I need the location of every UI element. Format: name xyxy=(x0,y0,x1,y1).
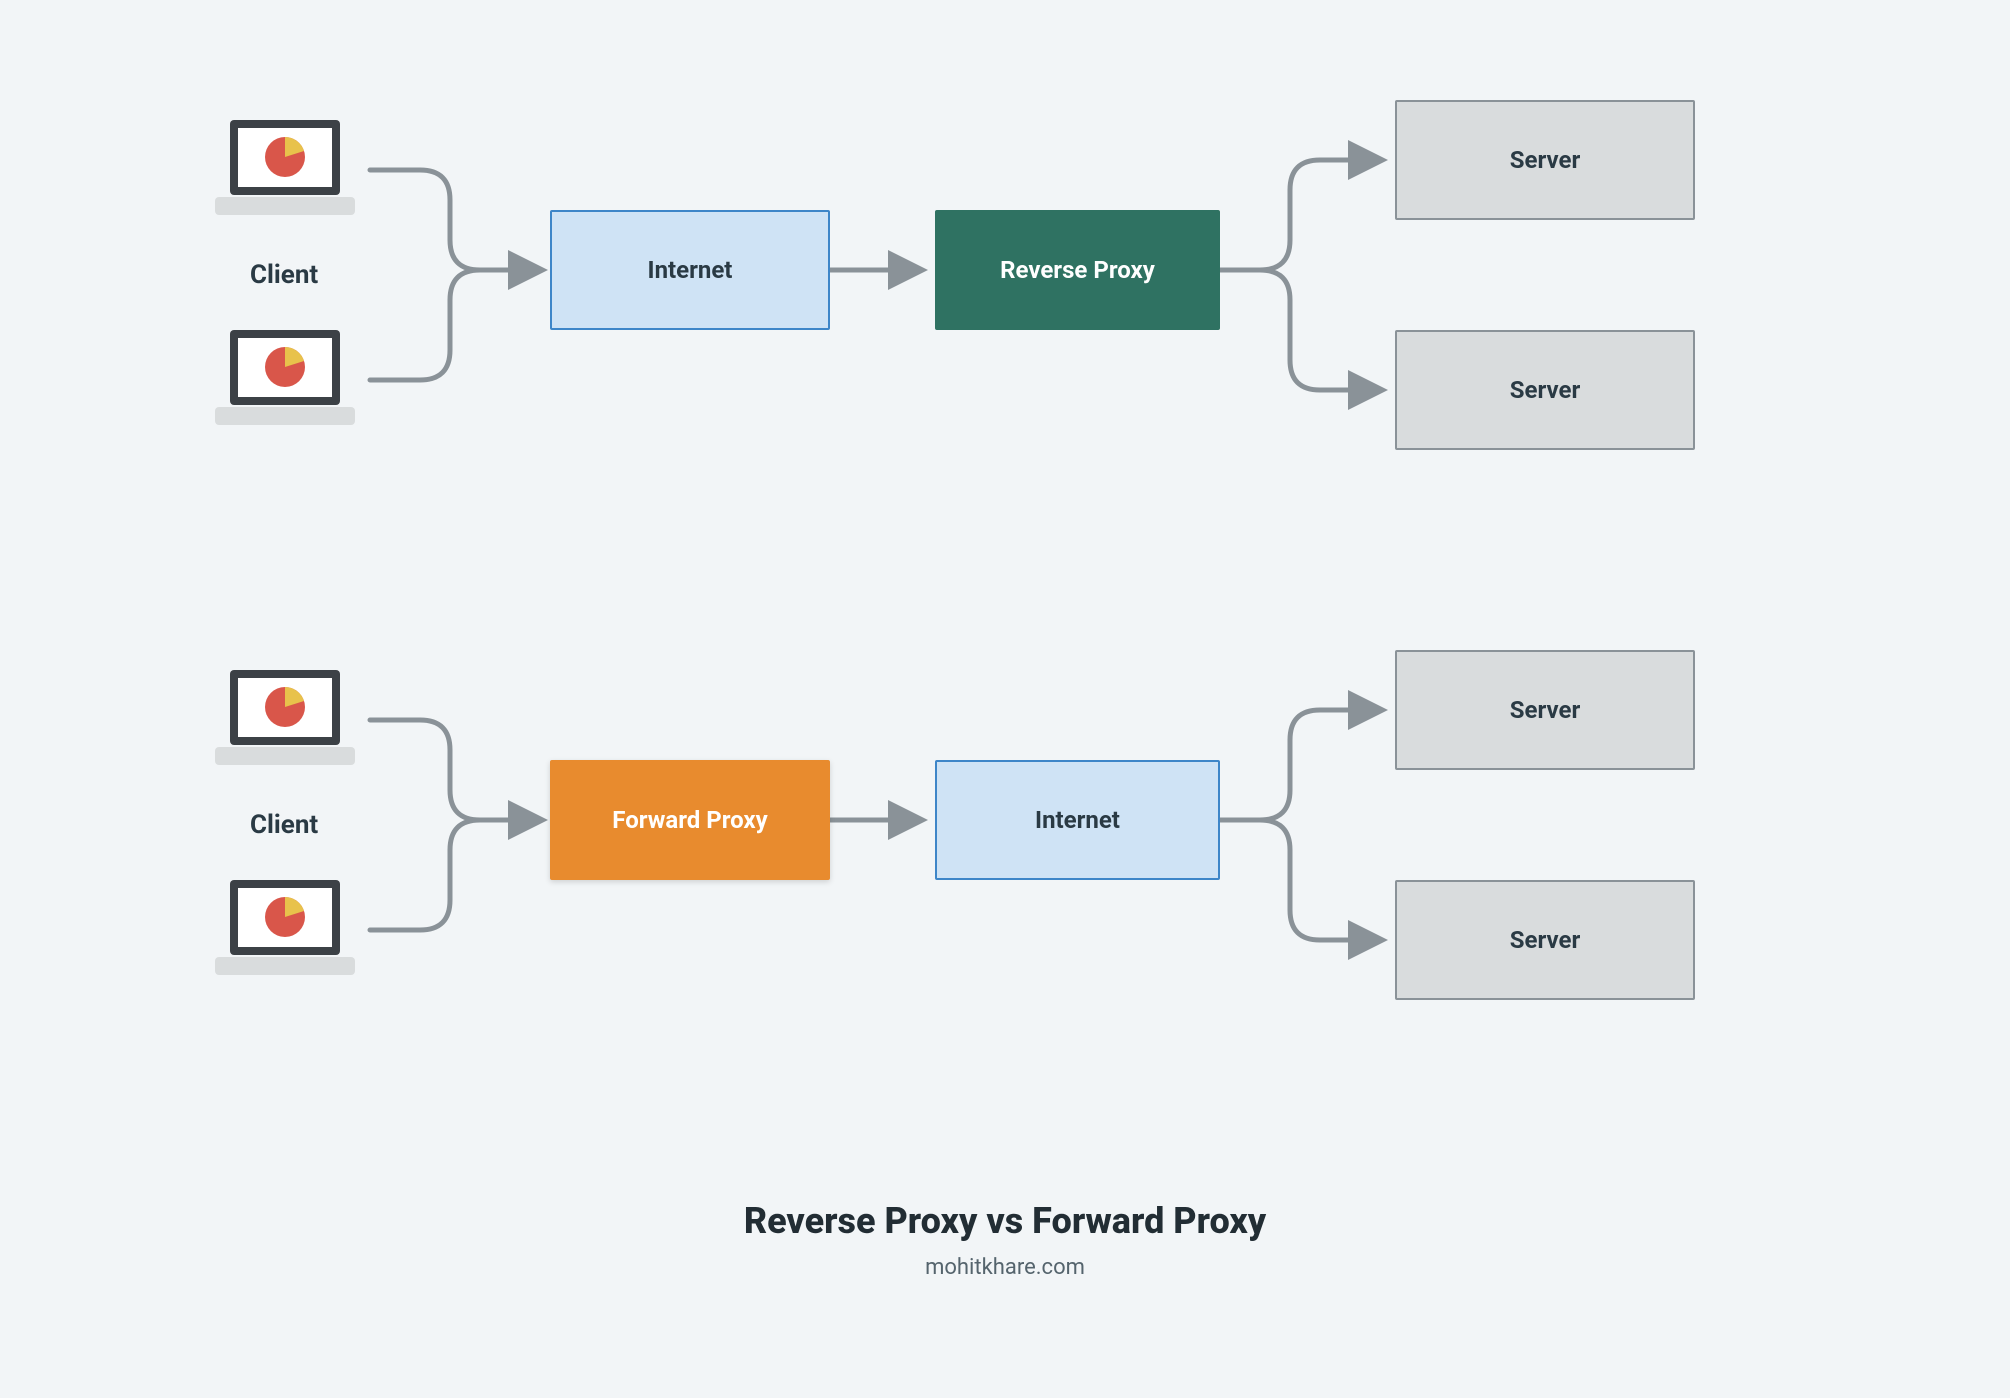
server-box: Server xyxy=(1395,650,1695,770)
client-label: Client xyxy=(250,260,318,290)
client-laptop-icon xyxy=(210,665,360,775)
internet-label: Internet xyxy=(648,256,733,284)
server-box: Server xyxy=(1395,100,1695,220)
forward-proxy-label: Forward Proxy xyxy=(612,806,767,834)
internet-box: Internet xyxy=(935,760,1220,880)
reverse-proxy-label: Reverse Proxy xyxy=(1000,256,1155,284)
reverse-proxy-box: Reverse Proxy xyxy=(935,210,1220,330)
server-label: Server xyxy=(1510,696,1581,724)
forward-proxy-box: Forward Proxy xyxy=(550,760,830,880)
server-label: Server xyxy=(1510,146,1581,174)
internet-label: Internet xyxy=(1035,806,1120,834)
server-box: Server xyxy=(1395,330,1695,450)
server-label: Server xyxy=(1510,926,1581,954)
diagram-canvas: Client Internet Reverse Proxy Server Ser… xyxy=(0,0,2010,1398)
server-box: Server xyxy=(1395,880,1695,1000)
client-laptop-icon xyxy=(210,875,360,985)
client-laptop-icon xyxy=(210,115,360,225)
client-label: Client xyxy=(250,810,318,840)
server-label: Server xyxy=(1510,376,1581,404)
internet-box: Internet xyxy=(550,210,830,330)
diagram-title: Reverse Proxy vs Forward Proxy xyxy=(0,1200,2010,1242)
diagram-subtitle: mohitkhare.com xyxy=(0,1255,2010,1280)
client-laptop-icon xyxy=(210,325,360,435)
